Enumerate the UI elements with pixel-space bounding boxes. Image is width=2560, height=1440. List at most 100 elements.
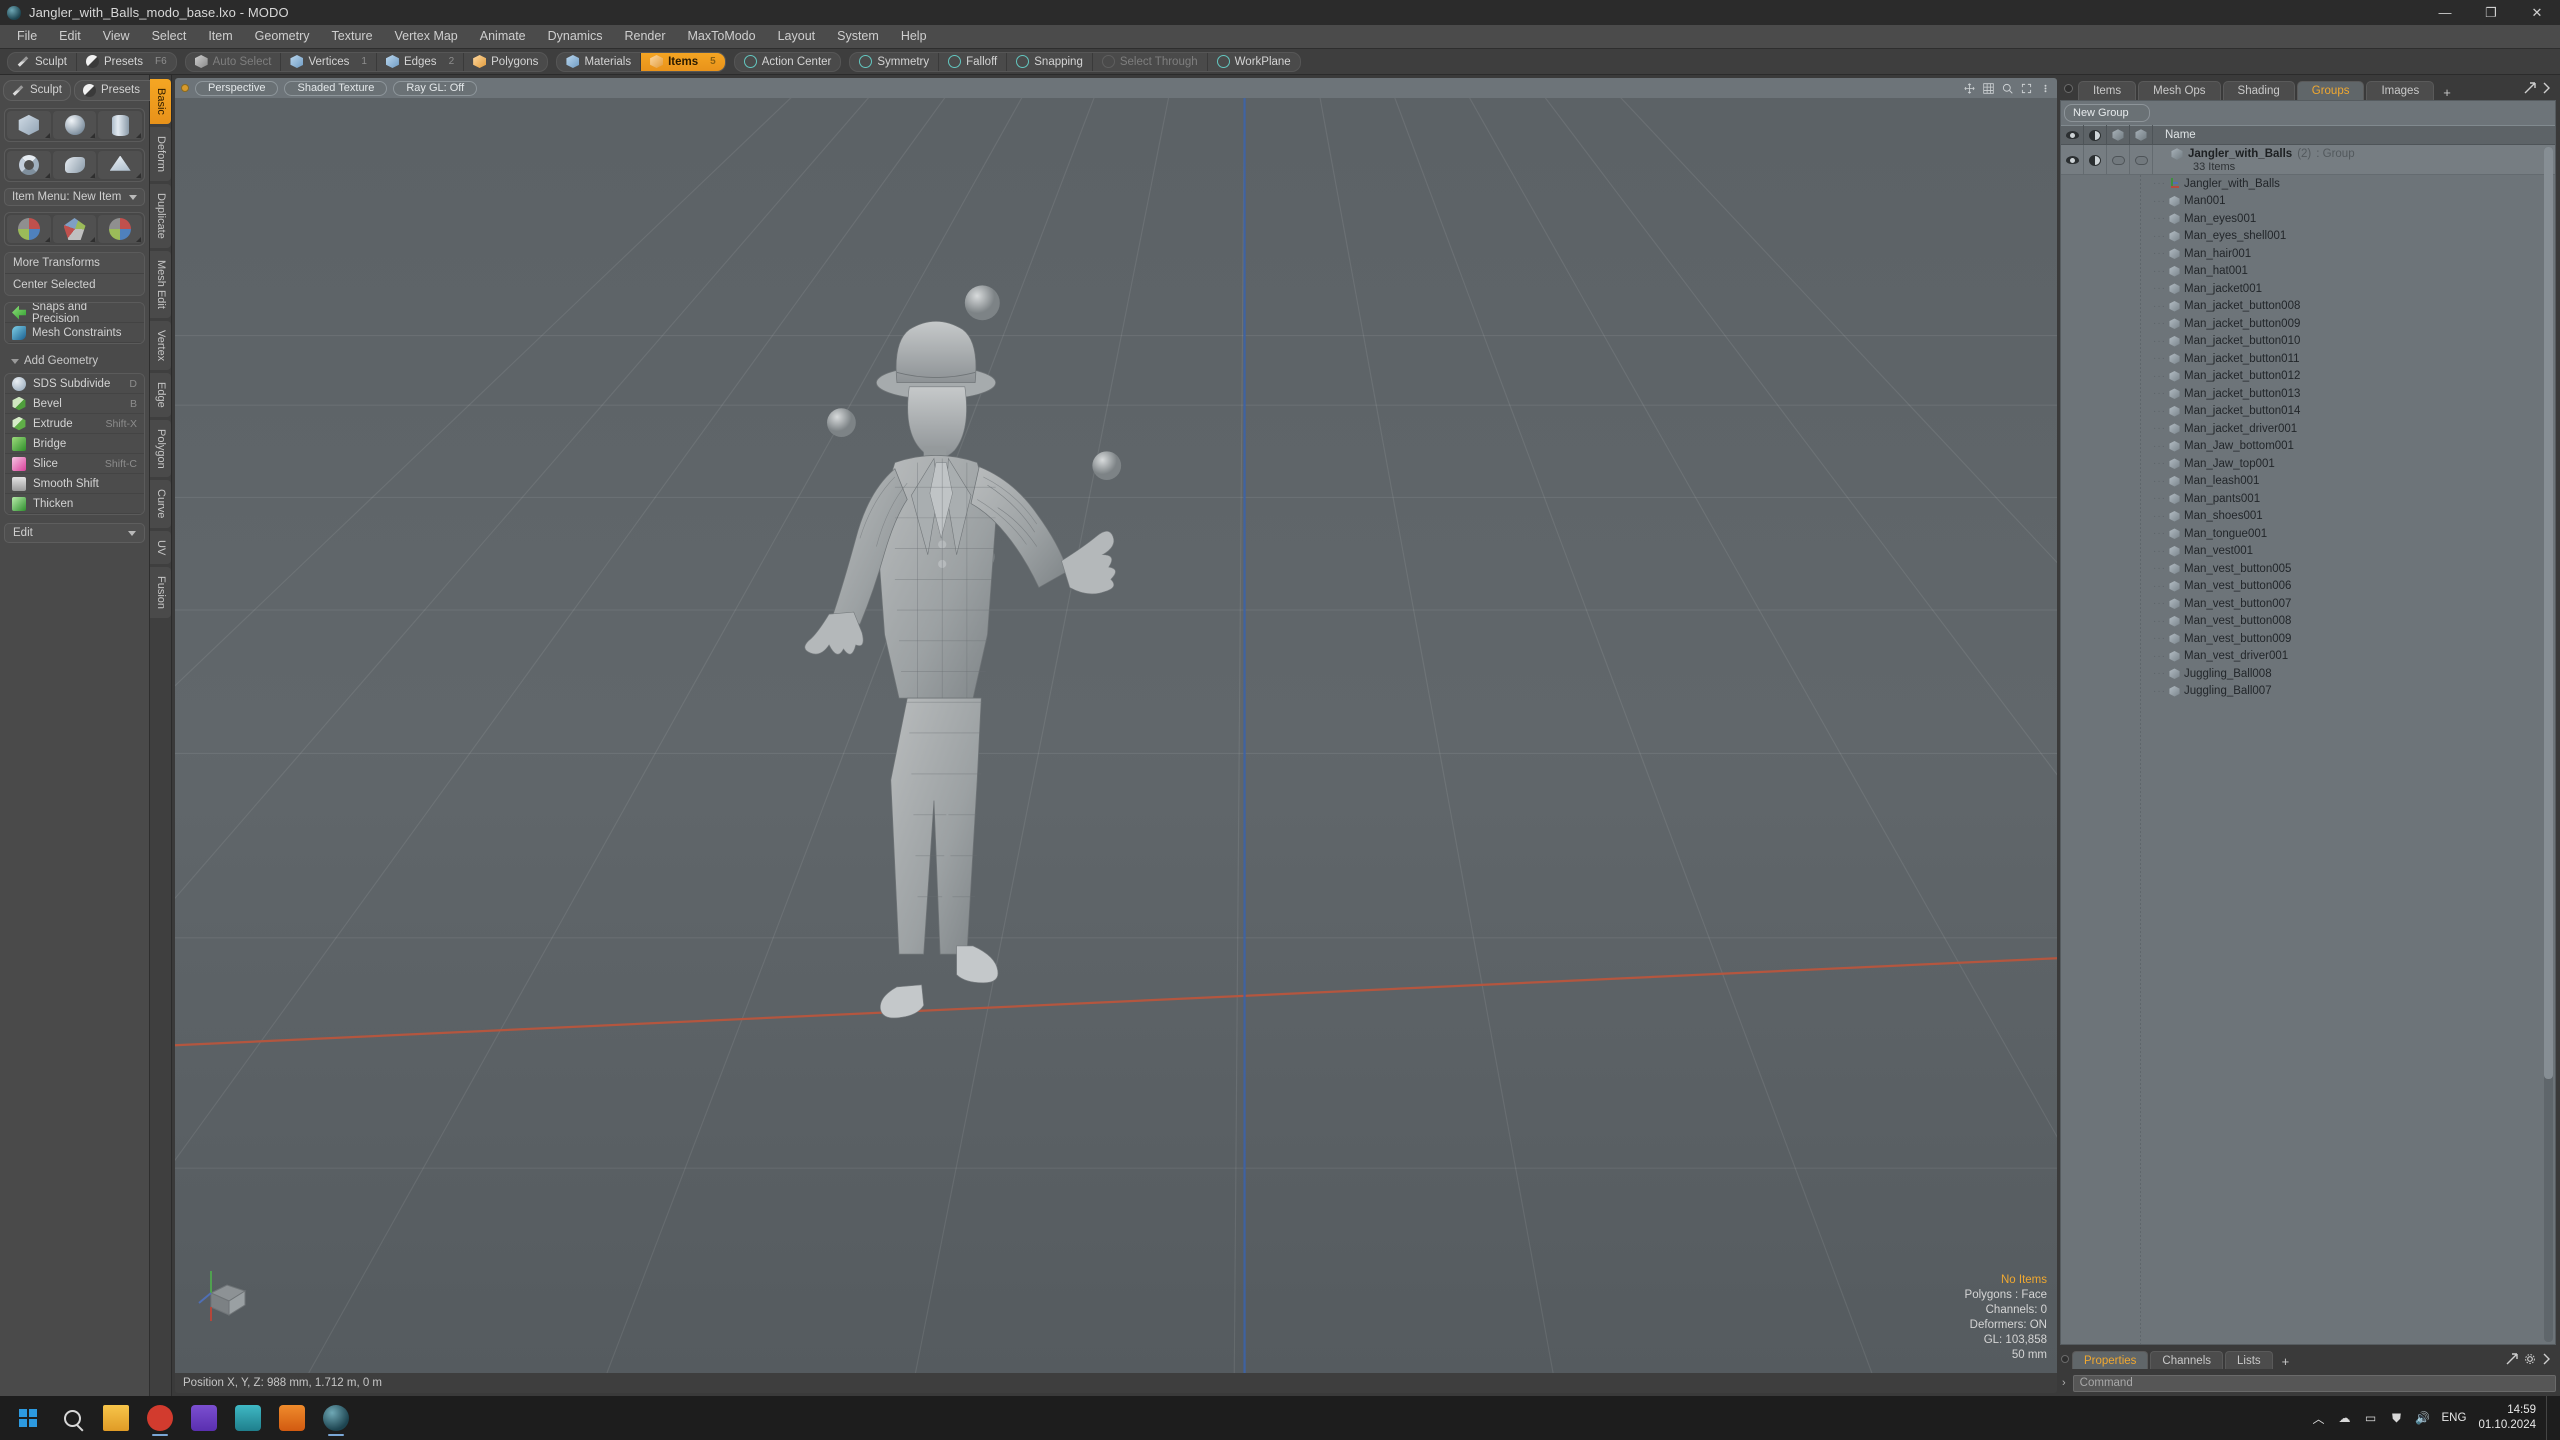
taskbar-record-app[interactable] bbox=[138, 1398, 182, 1438]
vtab-fusion[interactable]: Fusion bbox=[150, 567, 171, 619]
item-list-scrollbar[interactable] bbox=[2544, 147, 2553, 1342]
snapping-button[interactable]: Snapping bbox=[1007, 52, 1093, 71]
list-item[interactable]: ··· Man_vest_button009 bbox=[2061, 630, 2555, 648]
list-item[interactable]: ··· Man_jacket_driver001 bbox=[2061, 420, 2555, 438]
thicken-button[interactable]: Thicken bbox=[5, 494, 144, 514]
viewport-projection-button[interactable]: Perspective bbox=[195, 80, 279, 96]
edit-dropdown[interactable]: Edit bbox=[4, 523, 145, 543]
fit-viewport-icon[interactable] bbox=[2021, 83, 2032, 94]
taskbar-teal-app[interactable] bbox=[226, 1398, 270, 1438]
scrollbar-thumb[interactable] bbox=[2544, 147, 2553, 1080]
snaps-and-precision-button[interactable]: Snaps and Precision bbox=[5, 303, 144, 325]
slice-button[interactable]: Slice Shift-C bbox=[5, 454, 144, 474]
panel-lock-icon[interactable] bbox=[2064, 84, 2073, 93]
workplane-button[interactable]: WorkPlane bbox=[1208, 53, 1300, 71]
close-button[interactable]: ✕ bbox=[2514, 0, 2560, 25]
scale-tool-button[interactable] bbox=[98, 215, 143, 243]
symmetry-button[interactable]: Symmetry bbox=[850, 52, 940, 71]
extrude-button[interactable]: Extrude Shift-X bbox=[5, 414, 144, 434]
new-group-button[interactable]: New Group bbox=[2064, 104, 2150, 122]
list-item[interactable]: ··· Juggling_Ball007 bbox=[2061, 683, 2555, 701]
rotate-tool-button[interactable] bbox=[52, 215, 97, 243]
taskbar-search-button[interactable] bbox=[50, 1398, 94, 1438]
tab-images[interactable]: Images bbox=[2366, 81, 2435, 100]
list-item[interactable]: ··· Man_vest_button007 bbox=[2061, 595, 2555, 613]
falloff-button[interactable]: Falloff bbox=[939, 52, 1008, 71]
tray-shield-icon[interactable]: ⛊ bbox=[2384, 1396, 2410, 1440]
grid-viewport-icon[interactable] bbox=[1983, 82, 1994, 94]
chevron-right-icon[interactable] bbox=[2542, 1353, 2550, 1365]
list-item[interactable]: ··· Man_jacket_button012 bbox=[2061, 368, 2555, 386]
item-menu-dropdown[interactable]: Item Menu: New Item bbox=[4, 188, 145, 206]
taskbar-modo-app[interactable] bbox=[314, 1398, 358, 1438]
auto-select-button[interactable]: Auto Select bbox=[186, 52, 282, 71]
menu-render[interactable]: Render bbox=[614, 26, 677, 47]
list-item[interactable]: ··· Jangler_with_Balls bbox=[2061, 175, 2555, 193]
tab-channels[interactable]: Channels bbox=[2150, 1351, 2224, 1369]
tab-properties[interactable]: Properties bbox=[2072, 1351, 2149, 1369]
render-column-header[interactable] bbox=[2107, 125, 2130, 145]
vtab-vertex[interactable]: Vertex bbox=[150, 320, 171, 370]
sphere-primitive-button[interactable] bbox=[52, 111, 97, 139]
polygon-primitive-button[interactable] bbox=[98, 151, 143, 179]
shading-column-header[interactable] bbox=[2084, 125, 2107, 145]
menu-view[interactable]: View bbox=[92, 26, 141, 47]
item-list[interactable]: Jangler_with_Balls (2) : Group 33 Items … bbox=[2061, 145, 2555, 1344]
tab-items[interactable]: Items bbox=[2078, 81, 2137, 100]
group-shading-toggle[interactable] bbox=[2084, 145, 2107, 175]
list-item[interactable]: ··· Man_jacket_button010 bbox=[2061, 333, 2555, 351]
menu-animate[interactable]: Animate bbox=[469, 26, 537, 47]
vtab-edge[interactable]: Edge bbox=[150, 372, 171, 417]
list-item[interactable]: ··· Man_Jaw_bottom001 bbox=[2061, 438, 2555, 456]
menu-file[interactable]: File bbox=[6, 26, 48, 47]
menu-vertex-map[interactable]: Vertex Map bbox=[384, 26, 469, 47]
smooth-shift-button[interactable]: Smooth Shift bbox=[5, 474, 144, 494]
vtab-uv[interactable]: UV bbox=[150, 530, 171, 565]
vtab-mesh-edit[interactable]: Mesh Edit bbox=[150, 250, 171, 318]
menu-system[interactable]: System bbox=[826, 26, 890, 47]
tab-groups[interactable]: Groups bbox=[2296, 81, 2365, 100]
add-bottom-tab-button[interactable]: + bbox=[2275, 1354, 2297, 1369]
juggler-3d-model[interactable] bbox=[175, 98, 2057, 1373]
group-row[interactable]: Jangler_with_Balls (2) : Group 33 Items bbox=[2061, 145, 2555, 175]
list-item[interactable]: ··· Man_eyes_shell001 bbox=[2061, 228, 2555, 246]
zoom-viewport-icon[interactable] bbox=[2002, 83, 2013, 94]
group-visibility-toggle[interactable] bbox=[2061, 145, 2084, 175]
sculpt-button[interactable]: Sculpt bbox=[8, 52, 77, 71]
cylinder-primitive-button[interactable] bbox=[98, 111, 143, 139]
tab-shading[interactable]: Shading bbox=[2222, 81, 2295, 100]
edges-button[interactable]: Edges 2 bbox=[377, 52, 465, 71]
tab-lists[interactable]: Lists bbox=[2225, 1351, 2273, 1369]
gear-icon[interactable] bbox=[2524, 1353, 2536, 1365]
minimize-button[interactable]: — bbox=[2422, 0, 2468, 25]
viewport-3d-canvas[interactable]: No Items Polygons : Face Channels: 0 Def… bbox=[175, 98, 2057, 1373]
action-center-button[interactable]: Action Center bbox=[735, 53, 841, 71]
list-item[interactable]: ··· Man_jacket_button009 bbox=[2061, 315, 2555, 333]
taskbar-file-explorer[interactable] bbox=[94, 1398, 138, 1438]
group-lock-toggle[interactable] bbox=[2130, 145, 2153, 175]
tray-chevron-up-icon[interactable]: ︿ bbox=[2306, 1396, 2332, 1440]
menu-edit[interactable]: Edit bbox=[48, 26, 92, 47]
materials-button[interactable]: Materials bbox=[557, 52, 642, 71]
sds-subdivide-button[interactable]: SDS Subdivide D bbox=[5, 374, 144, 394]
list-item[interactable]: ··· Man001 bbox=[2061, 193, 2555, 211]
menu-texture[interactable]: Texture bbox=[321, 26, 384, 47]
maximize-button[interactable]: ❐ bbox=[2468, 0, 2514, 25]
taskbar-purple-app[interactable] bbox=[182, 1398, 226, 1438]
language-indicator[interactable]: ENG bbox=[2436, 1412, 2473, 1424]
list-item[interactable]: ··· Man_vest001 bbox=[2061, 543, 2555, 561]
list-item[interactable]: ··· Man_hat001 bbox=[2061, 263, 2555, 281]
list-item[interactable]: ··· Man_jacket_button011 bbox=[2061, 350, 2555, 368]
add-geometry-header[interactable]: Add Geometry bbox=[4, 352, 145, 370]
vtab-curve[interactable]: Curve bbox=[150, 480, 171, 528]
polygons-button[interactable]: Polygons bbox=[464, 53, 547, 71]
bevel-button[interactable]: Bevel B bbox=[5, 394, 144, 414]
tray-onedrive-icon[interactable]: ☁ bbox=[2332, 1396, 2358, 1440]
vtab-polygon[interactable]: Polygon bbox=[150, 419, 171, 478]
list-item[interactable]: ··· Man_jacket001 bbox=[2061, 280, 2555, 298]
menu-item[interactable]: Item bbox=[197, 26, 243, 47]
list-item[interactable]: ··· Man_jacket_button008 bbox=[2061, 298, 2555, 316]
menu-layout[interactable]: Layout bbox=[767, 26, 827, 47]
move-tool-button[interactable] bbox=[7, 215, 51, 243]
menu-geometry[interactable]: Geometry bbox=[244, 26, 321, 47]
